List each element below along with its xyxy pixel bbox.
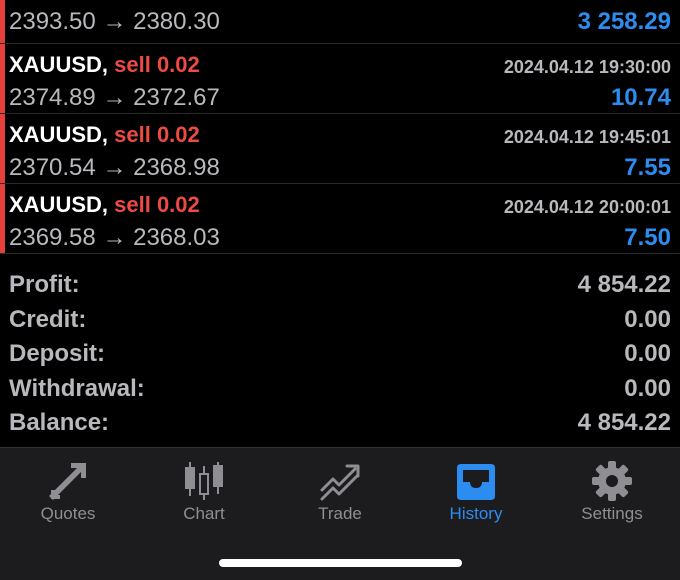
summary-label: Withdrawal: [9, 374, 145, 402]
tab-label: History [449, 504, 503, 523]
summary-credit-row: Credit: 0.00 [0, 303, 680, 338]
summary-value: 0.00 [624, 305, 671, 333]
tab-label: Trade [318, 504, 362, 523]
quotes-arrows-icon [49, 463, 86, 500]
history-tray-icon [457, 464, 495, 500]
summary-value: 0.00 [624, 374, 671, 402]
trade-row[interactable]: XAUUSD, sell 0.02 2024.04.12 19:45:01 23… [0, 114, 680, 184]
tab-label: Chart [183, 504, 225, 523]
tab-history[interactable]: History [408, 448, 544, 538]
summary-value: 4 854.22 [577, 271, 671, 298]
trade-symbol: XAUUSD, sell 0.02 [9, 122, 200, 147]
tab-label: Quotes [40, 504, 96, 523]
trade-row[interactable]: XAUUSD, sell 0.02 2024.04.12 20:00:01 23… [0, 184, 680, 254]
account-summary: Profit: 4 854.22 Credit: 0.00 Deposit: 0… [0, 268, 680, 441]
trade-trend-icon [320, 464, 360, 501]
trade-side: sell 0.02 [114, 122, 200, 147]
trade-history-list: 2393.50 → 2380.30 3 258.29 XAUUSD, sell … [0, 0, 680, 254]
summary-withdrawal-row: Withdrawal: 0.00 [0, 372, 680, 407]
trade-prices: 2369.58 → 2368.03 [9, 224, 220, 251]
candlestick-chart-icon [185, 462, 223, 500]
trade-time: 2024.04.12 19:30:00 [503, 57, 671, 77]
summary-value: 4 854.22 [577, 409, 671, 436]
tab-settings[interactable]: Settings [544, 448, 680, 538]
trade-profit: 3 258.29 [577, 8, 671, 35]
trade-row[interactable]: 2393.50 → 2380.30 3 258.29 [0, 0, 680, 44]
trade-symbol: XAUUSD, sell 0.02 [9, 192, 200, 217]
summary-label: Profit: [9, 271, 80, 298]
tab-label: Settings [581, 504, 643, 523]
tab-trade[interactable]: Trade [272, 448, 408, 538]
trade-row[interactable]: XAUUSD, sell 0.02 2024.04.12 19:30:00 23… [0, 44, 680, 114]
summary-label: Balance: [9, 409, 110, 436]
summary-value: 0.00 [624, 340, 671, 367]
trade-prices: 2374.89 → 2372.67 [9, 84, 220, 111]
trade-prices: 2370.54 → 2368.98 [9, 154, 220, 181]
tab-quotes[interactable]: Quotes [0, 448, 136, 538]
summary-label: Deposit: [9, 340, 105, 367]
trade-prices: 2393.50 → 2380.30 [9, 8, 220, 35]
trade-symbol: XAUUSD, sell 0.02 [9, 52, 200, 77]
trade-side: sell 0.02 [114, 192, 200, 217]
bottom-tab-bar: Quotes Chart Trade History Settings [0, 447, 680, 580]
summary-label: Credit: [9, 305, 87, 333]
trade-side: sell 0.02 [114, 52, 200, 77]
trade-time: 2024.04.12 19:45:01 [503, 127, 671, 147]
trade-time: 2024.04.12 20:00:01 [503, 197, 671, 217]
gear-icon [592, 461, 632, 501]
summary-deposit-row: Deposit: 0.00 [0, 337, 680, 372]
trade-profit: 7.50 [624, 224, 671, 251]
summary-profit-row: Profit: 4 854.22 [0, 268, 680, 303]
home-indicator[interactable] [219, 559, 462, 567]
trade-profit: 10.74 [610, 84, 671, 111]
trade-profit: 7.55 [624, 154, 671, 181]
tab-chart[interactable]: Chart [136, 448, 272, 538]
summary-balance-row: Balance: 4 854.22 [0, 406, 680, 441]
